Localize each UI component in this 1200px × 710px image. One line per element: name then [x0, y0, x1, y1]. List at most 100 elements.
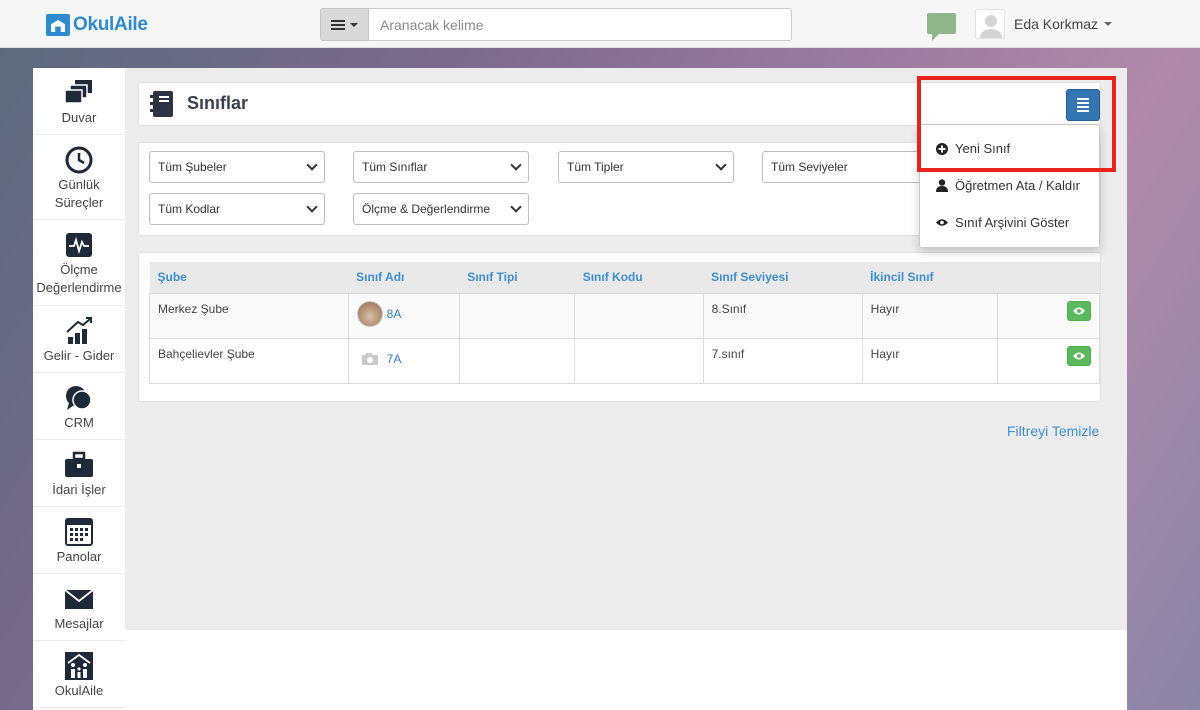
sidebar-item-label: OkulAile	[54, 683, 104, 698]
class-link[interactable]: 7A	[387, 352, 402, 366]
sidebar-item-label: İdari İşler	[52, 482, 106, 497]
notebook-icon	[150, 91, 173, 117]
class-level-cell: 8.Sınıf	[702, 292, 863, 339]
logo-text: OkulAile	[73, 14, 148, 35]
view-button[interactable]	[1067, 345, 1091, 366]
sidebar-item-label: Duvar	[61, 110, 97, 125]
branch-filter[interactable]: Tüm Şubeler	[149, 151, 325, 183]
table-header-row: Şube Sınıf Adı Sınıf Tipi Sınıf Kodu Sın…	[149, 262, 1100, 294]
column-header-actions	[997, 262, 1100, 294]
classes-table-panel: Şube Sınıf Adı Sınıf Tipi Sınıf Kodu Sın…	[138, 252, 1101, 402]
column-header[interactable]: İkincil Sınıf	[862, 262, 998, 294]
user-icon	[936, 179, 948, 192]
branch-filter-value: Tüm Şubeler	[158, 160, 227, 174]
menu-item-show-archive[interactable]: Sınıf Arşivini Göster	[936, 215, 1069, 230]
eye-icon	[1073, 307, 1085, 314]
sidebar-item-label: CRM	[64, 415, 94, 430]
sidebar-item-label: Mesajlar	[54, 616, 104, 631]
secondary-cell: Hayır	[861, 337, 999, 384]
eye-icon	[936, 219, 948, 226]
chevron-down-icon	[715, 159, 727, 171]
table-row: Merkez Şube 8A 8.Sınıf Hayır	[149, 292, 1100, 339]
sidebar-item-duvar[interactable]: Duvar	[33, 68, 125, 135]
chevron-down-icon	[510, 201, 522, 213]
logo[interactable]: OkulAile	[46, 14, 148, 36]
eye-icon	[1073, 352, 1085, 359]
class-code-cell	[574, 337, 704, 384]
search-input[interactable]	[369, 8, 792, 41]
class-name-cell: 7A	[347, 337, 460, 384]
chevron-down-icon	[350, 22, 358, 27]
column-header[interactable]: Sınıf Seviyesi	[703, 262, 863, 294]
chevron-down-icon	[1104, 22, 1113, 26]
menu-item-assign-teacher[interactable]: Öğretmen Ata / Kaldır	[936, 178, 1080, 193]
class-filter-value: Tüm Sınıflar	[362, 160, 428, 174]
level-filter-value: Tüm Seviyeler	[771, 160, 848, 174]
code-filter-value: Tüm Kodlar	[158, 202, 221, 216]
logo-icon	[46, 14, 70, 36]
sidebar-item-panolar[interactable]: Panolar	[33, 507, 125, 574]
sidebar-item-olcme-degerlendirme[interactable]: Ölçme Değerlendirme	[33, 220, 125, 306]
sidebar-item-label: Günlük Süreçler	[54, 177, 104, 210]
level-filter[interactable]: Tüm Seviyeler	[762, 151, 938, 183]
type-filter-value: Tüm Tipler	[567, 160, 624, 174]
assessment-filter-value: Ölçme & Değerlendirme	[362, 202, 491, 216]
sidebar-item-gelir-gider[interactable]: Gelir - Gider	[33, 306, 125, 373]
table-row: Bahçelievler Şube 7A 7.sınıf Hayır	[149, 337, 1100, 384]
actions-cell	[997, 337, 1100, 384]
branch-cell: Merkez Şube	[149, 292, 349, 339]
chat-icon[interactable]	[927, 13, 956, 41]
user-menu[interactable]: Eda Korkmaz	[975, 9, 1113, 39]
sidebar-item-label: Ölçme Değerlendirme	[36, 262, 122, 295]
camera-icon	[357, 346, 383, 372]
chat-bubbles-icon	[66, 386, 92, 410]
assessment-filter[interactable]: Ölçme & Değerlendirme	[353, 193, 529, 225]
branch-cell: Bahçelievler Şube	[149, 337, 349, 384]
family-icon	[65, 652, 93, 680]
column-header[interactable]: Sınıf Adı	[348, 262, 460, 294]
avatar	[975, 9, 1005, 39]
sidebar-item-idari-isler[interactable]: İdari İşler	[33, 440, 125, 507]
class-name-cell: 8A	[347, 292, 460, 339]
search-menu-button[interactable]	[320, 8, 369, 41]
secondary-cell: Hayır	[861, 292, 999, 339]
type-filter[interactable]: Tüm Tipler	[558, 151, 734, 183]
column-header[interactable]: Sınıf Kodu	[574, 262, 704, 294]
page-title: Sınıflar	[187, 93, 249, 113]
actions-cell	[997, 292, 1100, 339]
user-name: Eda Korkmaz	[1014, 16, 1099, 32]
menu-item-label: Öğretmen Ata / Kaldır	[955, 178, 1081, 193]
sidebar-item-label: Gelir - Gider	[43, 348, 115, 363]
sidebar-item-mesajlar[interactable]: Mesajlar	[33, 574, 125, 641]
chevron-down-icon	[306, 201, 318, 213]
class-photo	[356, 300, 383, 327]
top-bar: OkulAile Eda Korkmaz	[0, 0, 1200, 48]
chevron-down-icon	[306, 159, 318, 171]
highlight-box	[917, 76, 1116, 172]
class-filter[interactable]: Tüm Sınıflar	[353, 151, 529, 183]
view-button[interactable]	[1067, 300, 1091, 321]
class-type-cell	[458, 292, 576, 339]
growth-chart-icon	[66, 317, 92, 344]
search-bar	[320, 8, 792, 41]
assessment-icon	[66, 233, 92, 257]
sidebar-item-crm[interactable]: CRM	[33, 373, 125, 440]
briefcase-icon	[65, 451, 93, 477]
class-link[interactable]: 8A	[387, 307, 402, 321]
clear-filter-link[interactable]: Filtreyi Temizle	[1007, 423, 1099, 439]
sidebar-item-okulaile[interactable]: OkulAile	[33, 641, 125, 708]
class-type-cell	[458, 337, 576, 384]
class-level-cell: 7.sınıf	[702, 337, 863, 384]
class-code-cell	[574, 292, 704, 339]
sidebar: Duvar Günlük Süreçler Ölçme Değerlendirm…	[33, 68, 125, 710]
calendar-board-icon	[65, 518, 93, 546]
wall-icon	[64, 80, 92, 104]
chevron-down-icon	[510, 159, 522, 171]
sidebar-item-gunluk-surecler[interactable]: Günlük Süreçler	[33, 135, 125, 220]
column-header[interactable]: Şube	[149, 262, 349, 294]
code-filter[interactable]: Tüm Kodlar	[149, 193, 325, 225]
classes-table: Şube Sınıf Adı Sınıf Tipi Sınıf Kodu Sın…	[149, 262, 1100, 384]
column-header[interactable]: Sınıf Tipi	[459, 262, 575, 294]
list-icon	[331, 19, 345, 30]
envelope-icon	[64, 589, 94, 609]
